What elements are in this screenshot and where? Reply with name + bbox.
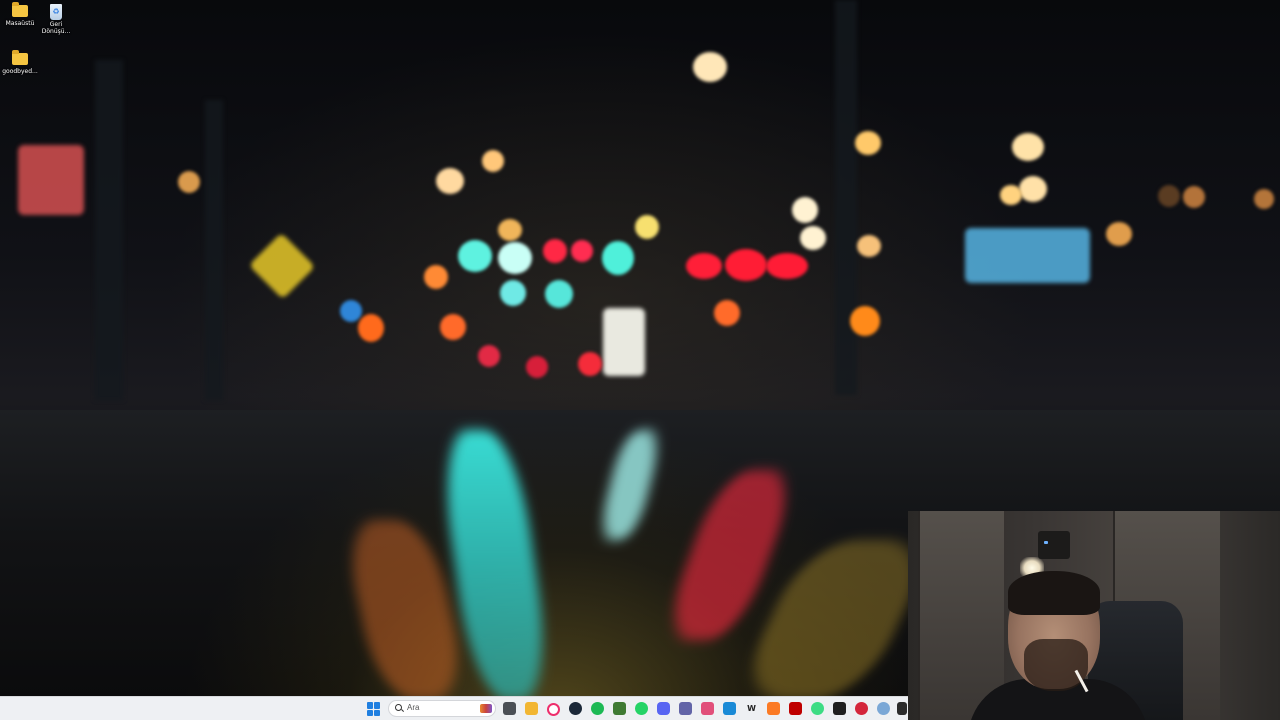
teams-icon[interactable] xyxy=(679,702,692,715)
wallpaper-pole xyxy=(95,60,123,400)
wallpaper-light xyxy=(498,242,532,274)
webcam-overlay xyxy=(908,511,1280,720)
file-explorer-icon[interactable] xyxy=(503,702,516,715)
obs-icon[interactable] xyxy=(855,702,868,715)
wallpaper-light xyxy=(850,306,880,336)
wallpaper-light xyxy=(478,345,500,367)
wallpaper-light xyxy=(857,235,881,257)
vscode-icon[interactable] xyxy=(723,702,736,715)
windows-start-icon[interactable] xyxy=(367,702,381,716)
store-icon[interactable] xyxy=(525,702,538,715)
wallpaper-sign xyxy=(603,308,645,376)
wallpaper-light xyxy=(498,219,522,241)
wallpaper-light xyxy=(855,131,881,155)
taskbar: Ara W xyxy=(0,696,908,720)
desktop-icon-label: goodbyed... xyxy=(2,68,38,75)
wallpaper-light xyxy=(1106,222,1132,246)
wallpaper-light xyxy=(578,352,602,376)
minecraft-launcher-icon[interactable] xyxy=(613,702,626,715)
wallpaper-light xyxy=(545,280,573,308)
webcam-background-device xyxy=(1038,531,1070,559)
xampp-icon[interactable] xyxy=(767,702,780,715)
wallpaper-light xyxy=(543,239,567,263)
filezilla-icon[interactable] xyxy=(789,702,802,715)
wallpaper-light xyxy=(1254,189,1274,209)
recycle-bin-icon: ♻ xyxy=(50,4,62,20)
wallpaper-light xyxy=(436,168,464,194)
capcut-icon[interactable] xyxy=(701,702,714,715)
wallpaper-light xyxy=(340,300,362,322)
wallpaper-light xyxy=(571,240,593,262)
wallpaper-sign xyxy=(965,228,1090,283)
wallpaper-sign xyxy=(248,232,316,300)
wallpaper-light xyxy=(602,241,634,275)
desktop-icon-goodbyed[interactable]: goodbyed... xyxy=(0,50,40,75)
wallpaper-light xyxy=(1000,185,1022,205)
wallpaper-light xyxy=(500,280,526,306)
wallpaper-light xyxy=(1158,185,1180,207)
wallpaper-light xyxy=(766,253,808,279)
wallpaper-light xyxy=(440,314,466,340)
taskbar-search-box[interactable]: Ara xyxy=(388,700,496,717)
webcam-person-beard xyxy=(1024,639,1088,691)
wallpaper-light xyxy=(458,240,492,272)
wallpaper-pole xyxy=(205,100,223,400)
whatsapp-icon[interactable] xyxy=(635,702,648,715)
wallpaper-light xyxy=(693,52,727,82)
wallpaper-light xyxy=(800,226,826,250)
wallpaper-light xyxy=(482,150,504,172)
wallpaper-light xyxy=(714,300,740,326)
desktop-icon-label: Masaüstü xyxy=(5,20,35,27)
wallpaper-light xyxy=(686,253,722,279)
search-placeholder: Ara xyxy=(407,703,420,712)
settings-icon[interactable] xyxy=(877,702,890,715)
wallpaper-sign xyxy=(18,145,84,215)
spotify-icon[interactable] xyxy=(591,702,604,715)
desktop-screen: Masaüstü ♻ Geri Dönüşü... goodbyed... Ar… xyxy=(0,0,1280,720)
epic-games-icon[interactable] xyxy=(833,702,846,715)
wallpaper-light xyxy=(635,215,659,239)
webcam-door xyxy=(918,511,1004,720)
terminal-icon[interactable] xyxy=(897,702,907,715)
opera-gx-icon[interactable] xyxy=(547,703,560,716)
webcam-person-hair xyxy=(1008,571,1100,615)
desktop-icon-label: Geri Dönüşü... xyxy=(41,21,71,35)
desktop-icon-masaustu[interactable]: Masaüstü xyxy=(0,2,40,27)
folder-icon xyxy=(12,2,28,17)
steam-icon[interactable] xyxy=(569,702,582,715)
wallpaper-light xyxy=(178,171,200,193)
wallpaper-pole xyxy=(835,0,857,395)
android-icon[interactable] xyxy=(811,702,824,715)
wallpaper-light xyxy=(792,197,818,223)
wallpaper-light xyxy=(358,314,384,342)
wallpaper-light xyxy=(1012,133,1044,161)
wallpaper-light xyxy=(424,265,448,289)
wallpaper-light xyxy=(526,356,548,378)
wallpaper-light xyxy=(1019,176,1047,202)
wallpaper-light xyxy=(1183,186,1205,208)
desktop-icon-recycle-bin[interactable]: ♻ Geri Dönüşü... xyxy=(36,4,76,35)
word-icon[interactable]: W xyxy=(745,702,758,715)
discord-icon[interactable] xyxy=(657,702,670,715)
wallpaper-light xyxy=(725,249,767,281)
folder-icon xyxy=(12,50,28,65)
search-icon xyxy=(395,704,402,711)
search-highlight-icon xyxy=(480,704,492,713)
